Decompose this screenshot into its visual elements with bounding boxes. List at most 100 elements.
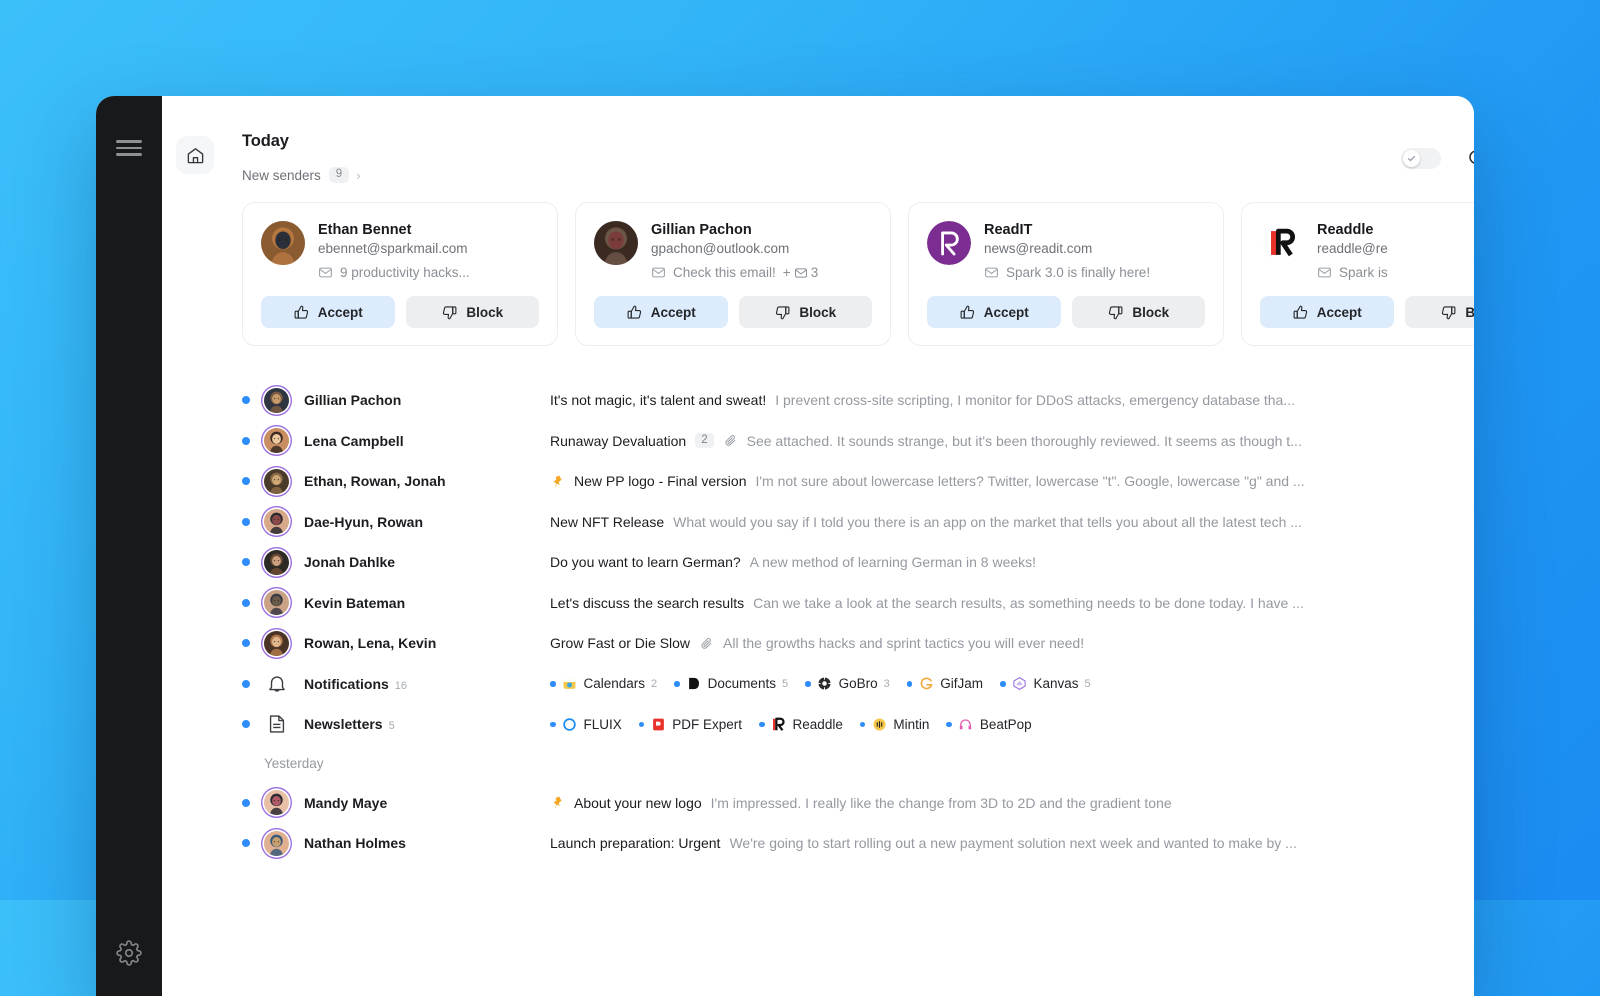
chip-unread-dot [550,681,556,687]
block-label: Block [799,304,837,320]
new-senders-carousel[interactable]: Ethan Bennet ebennet@sparkmail.com 9 prod… [242,202,1474,347]
card-actions: Accept Block [261,296,539,329]
toolbar [1401,132,1474,169]
email-time: 11:45 am [1471,393,1474,407]
sender-text: Rowan, Lena, Kevin [304,635,437,652]
app-chip[interactable]: Mintin [859,716,929,732]
email-row[interactable]: Nathan Holmes Launch preparation: Urgent W… [242,823,1474,864]
app-window: Today New senders 9 › Ethan Bennet ebenn… [96,96,1474,996]
sender-name: Jonah Dahlke [304,554,550,570]
app-chip[interactable]: GoBro 3 [805,676,890,692]
attachment-icon [701,637,712,649]
sender-name: Nathan Holmes [304,835,550,851]
email-row[interactable]: Ethan, Rowan, Jonah New PP logo - Final … [242,461,1474,502]
chip-unread-dot [1000,681,1006,687]
app-chip[interactable]: Calendars 2 [550,676,657,692]
app-chip[interactable]: Documents 5 [674,676,788,692]
accept-button[interactable]: Accept [927,296,1061,329]
accept-button[interactable]: Accept [261,296,395,329]
unread-dot-wrap [242,798,264,807]
block-button[interactable]: Block [738,296,872,329]
email-row[interactable]: Dae-Hyun, Rowan New NFT Release What would… [242,502,1474,543]
newsletter-icon [269,715,284,733]
row-body: Do you want to learn German? A new method… [550,554,1471,570]
app-chip[interactable]: FLUIX [550,716,622,732]
row-body: Calendars 2 Documents 5 GoBro 3 GifJam Kanvas 5 [550,676,1474,692]
row-body: Grow Fast or Die Slow All the growths ha… [550,635,1471,651]
email-row[interactable]: Mandy Maye About your new logo I'm impres… [242,783,1474,824]
sender-name: Readdle [1317,222,1374,238]
new-sender-card[interactable]: ReadIT news@readit.com Spark 3.0 is final… [908,202,1224,347]
unread-dot [242,598,250,607]
category-row[interactable]: Notifications 16 Calendars 2 Documents 5 GoBro… [242,664,1474,705]
avatar [264,428,289,454]
subject-text: Spark 3.0 is finally here! [1006,265,1151,281]
email-subject: About your new logo [574,794,702,811]
pdf-expert-icon [652,718,664,731]
email-subject: Grow Fast or Die Slow [550,635,691,652]
calendars-icon [563,679,576,690]
hamburger-icon[interactable] [116,140,142,156]
email-preview: I prevent cross-site scripting, I monito… [775,392,1296,409]
sender-name: Ethan Bennet [318,222,412,238]
email-preview: We're going to start rolling out a new p… [729,835,1297,852]
accept-button[interactable]: Accept [1260,296,1394,329]
day-separator: Yesterday [264,756,324,772]
app-chip[interactable]: Kanvas 5 [1000,676,1091,692]
chip-unread-dot [759,721,765,728]
gifjam-icon [920,677,933,690]
chevron-right-icon[interactable]: › [356,169,360,182]
new-sender-card[interactable]: Ethan Bennet ebennet@sparkmail.com 9 prod… [242,202,558,347]
gobro-icon [817,676,833,692]
app-chip[interactable]: GifJam [906,676,983,692]
gifjam-icon [918,676,934,692]
new-senders-header[interactable]: New senders 9 › [242,167,1401,183]
documents-icon [686,676,702,692]
gear-icon[interactable] [116,940,142,966]
envelope-icon [794,268,807,278]
block-button[interactable]: Block [1404,296,1474,329]
thumbs-up-icon [960,305,974,319]
pin-icon [553,796,562,810]
fluix-icon [562,716,578,732]
email-time: 11:15 am [1471,434,1474,448]
email-row[interactable]: Gillian Pachon It's not magic, it's talen… [242,380,1474,421]
category-row[interactable]: Newsletters 5 FLUIX PDF Expert Readdle Mintin… [242,704,1474,745]
email-row[interactable]: Jonah Dahlke Do you want to learn German?… [242,542,1474,583]
block-button[interactable]: Block [1071,296,1205,329]
search-icon [1469,150,1474,164]
unread-dot-wrap [242,477,264,486]
app-chip[interactable]: Readdle [759,716,843,732]
sender-text: Newsletters [304,716,383,733]
accept-button[interactable]: Accept [594,296,728,329]
envelope-icon [652,267,665,278]
app-chip[interactable]: PDF Expert [638,716,742,732]
search-button[interactable] [1467,148,1474,169]
avatar [264,790,289,816]
accept-label: Accept [1316,304,1362,320]
home-button[interactable] [176,136,214,174]
email-row[interactable]: Lena Campbell Runaway Devaluation 2 See at… [242,421,1474,462]
newsletter-icon [264,712,289,737]
documents-icon [689,678,700,690]
app-chip[interactable]: BeatPop [946,716,1032,732]
email-row[interactable]: Rowan, Lena, Kevin Grow Fast or Die Slow … [242,623,1474,664]
accept-label: Accept [983,304,1029,320]
new-senders-label: New senders [242,167,321,183]
card-header: Ethan Bennet ebennet@sparkmail.com 9 prod… [261,221,539,280]
unread-toggle[interactable] [1401,148,1441,169]
avatar [927,221,971,265]
block-label: Block [1465,304,1474,320]
unread-dot [242,639,250,648]
content-area: Today New senders 9 › Ethan Bennet ebenn… [162,96,1474,864]
block-label: Block [466,304,504,320]
email-list: Gillian Pachon It's not magic, it's talen… [242,380,1474,864]
new-sender-card[interactable]: Gillian Pachon gpachon@outlook.com Check … [575,202,891,347]
unread-dot [242,436,250,445]
block-button[interactable]: Block [405,296,539,329]
email-row[interactable]: Kevin Bateman Let's discuss the search re… [242,583,1474,624]
new-sender-card[interactable]: Readdle readdle@re Spark is Accept Block [1241,202,1474,347]
envelope-icon [985,267,998,278]
card-actions: Accept Block [927,296,1205,329]
sender-email: readdle@re [1317,241,1388,257]
